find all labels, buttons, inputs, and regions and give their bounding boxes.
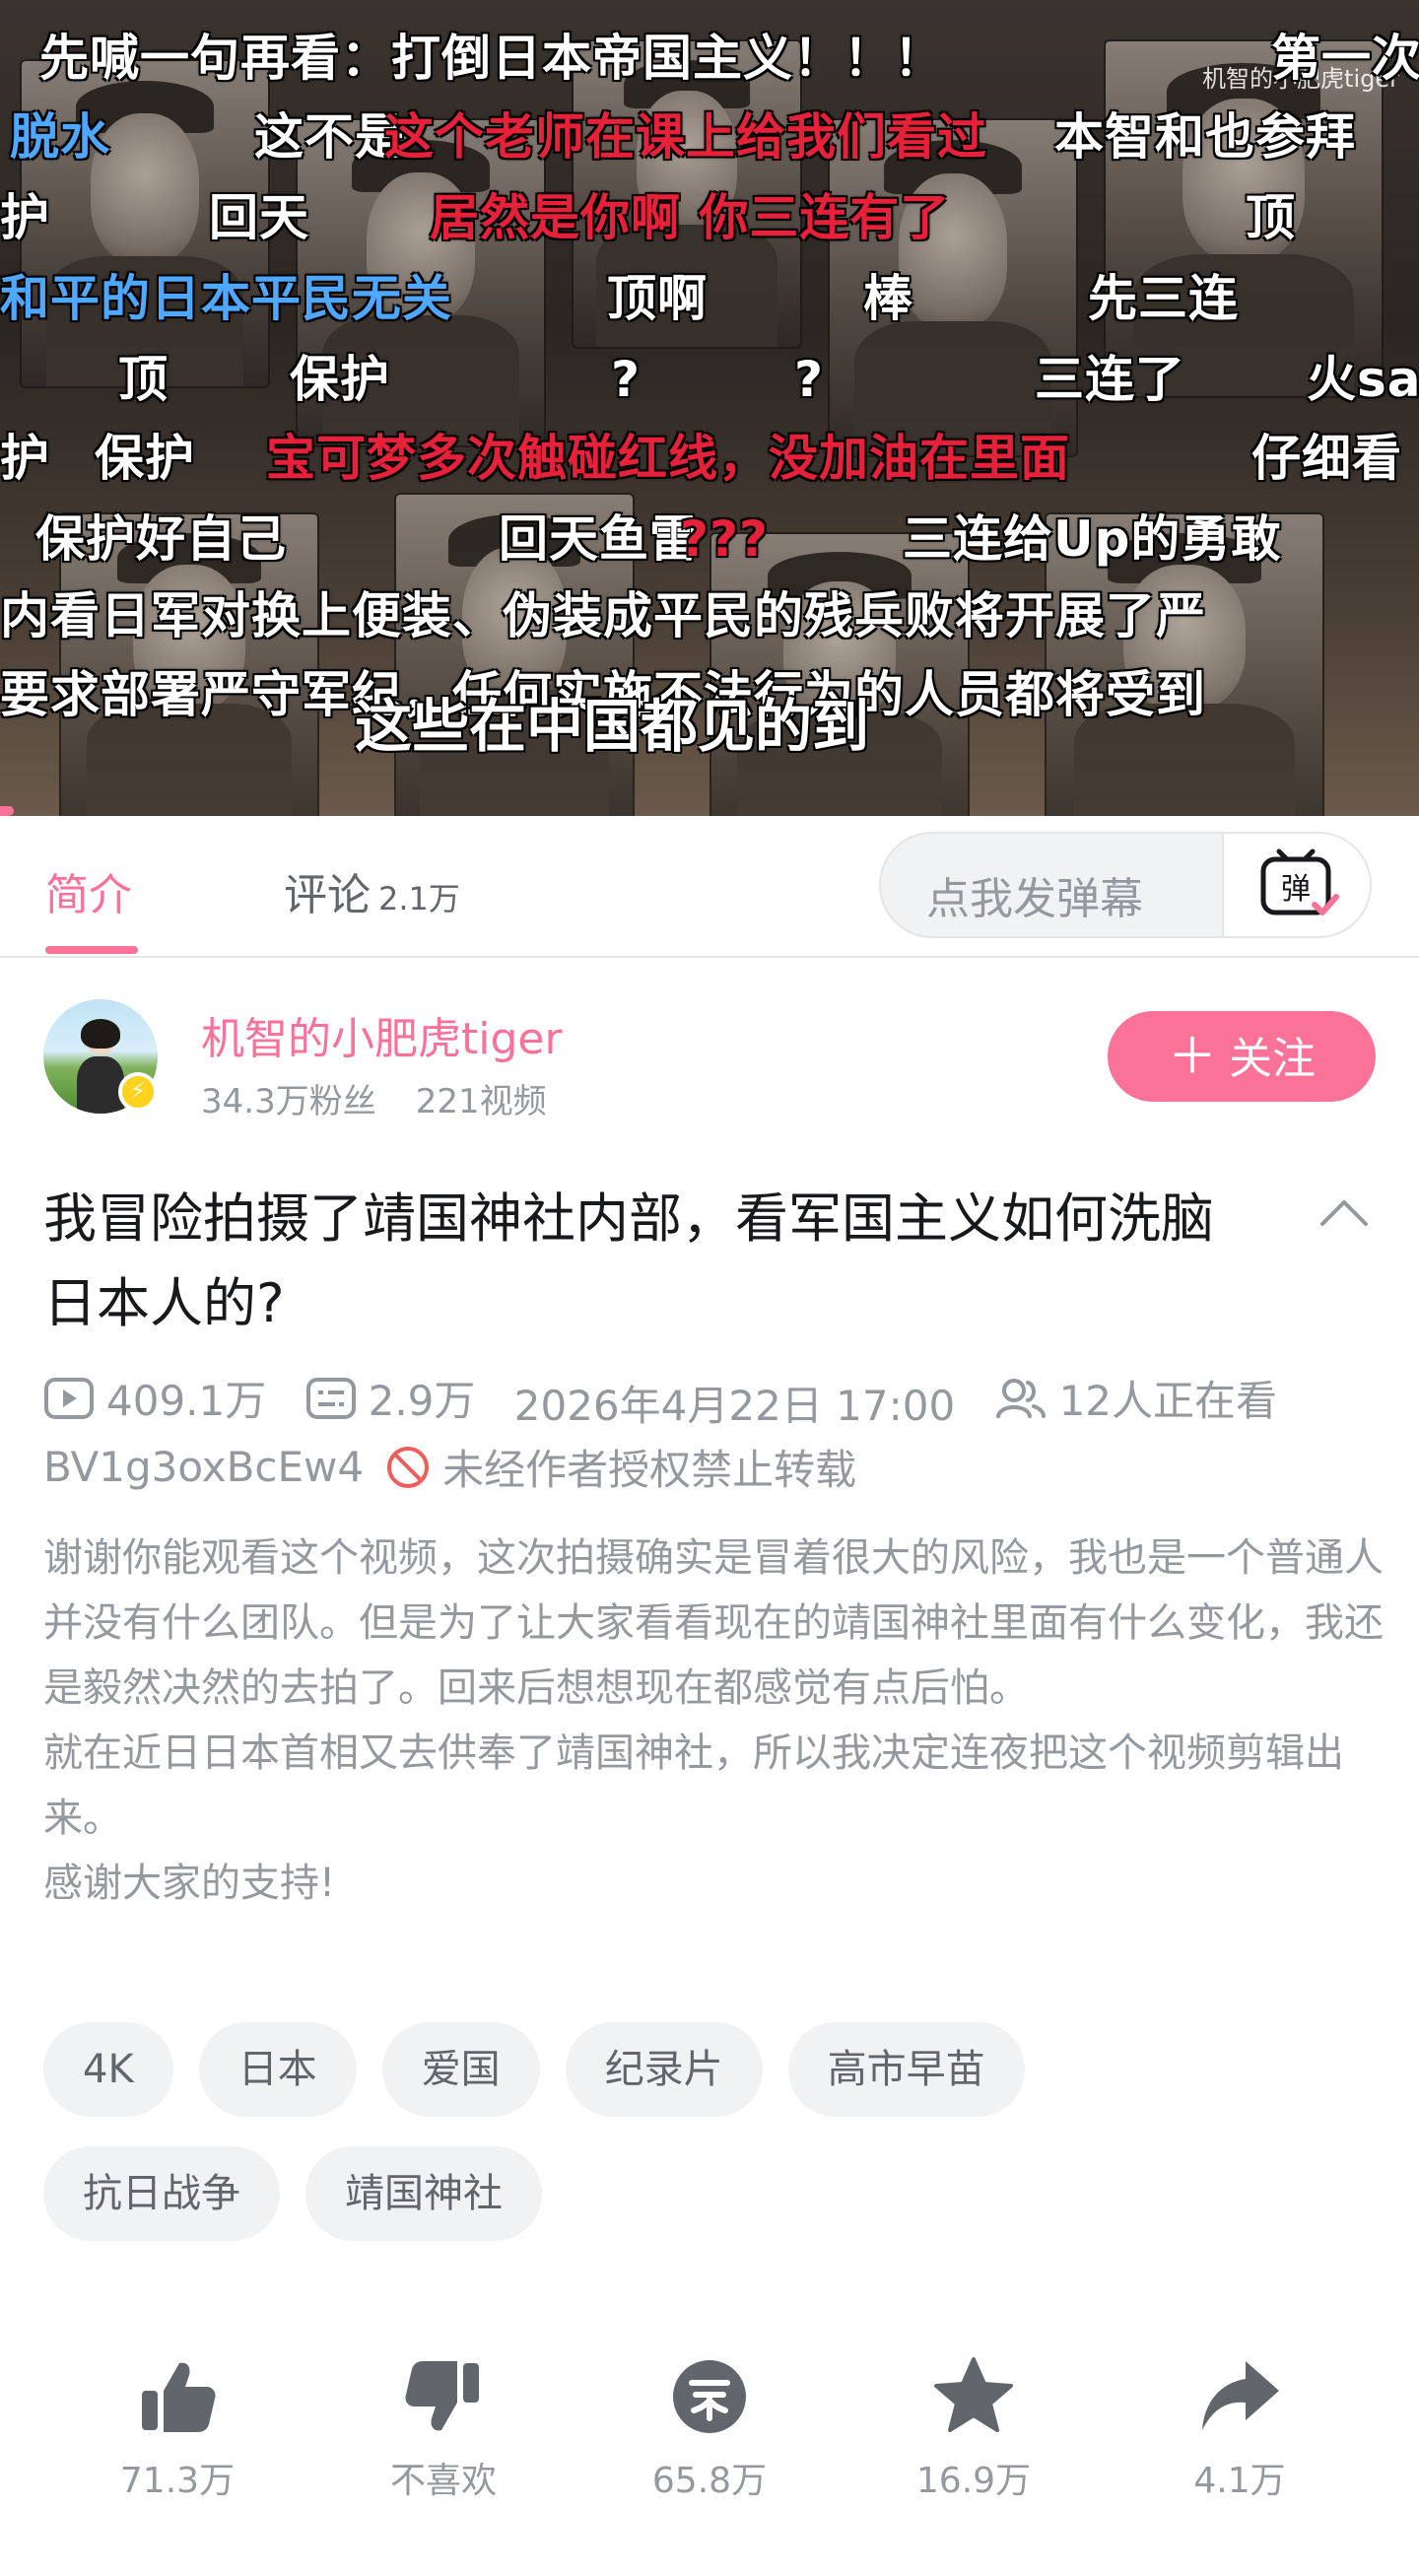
verified-badge-icon: ⚡ [118,1072,158,1112]
video-title: 我冒险拍摄了靖国神社内部，看军国主义如何洗脑日本人的? [43,1187,1214,1334]
share-button[interactable]: 4.1万 [1141,2355,1338,2503]
tab-bar: 简介 评论 2.1万 点我发弹幕 弹 [0,816,1419,958]
reprint-notice-text: 未经作者授权禁止转载 [442,1446,857,1494]
dislike-label: 不喜欢 [389,2461,497,2501]
tab-comments[interactable]: 评论 2.1万 [284,859,460,922]
danmaku-comment: 火sa [1307,351,1419,408]
danmaku-comment: 保护 [95,430,195,487]
plus-icon: ＋ [1168,1028,1217,1085]
danmaku-input[interactable]: 点我发弹幕 弹 [879,832,1372,938]
danmaku-stat: 2.9万 [305,1368,476,1428]
danmaku-comment: ? [611,351,642,408]
chevron-up-icon[interactable] [1317,1192,1372,1232]
danmaku-input-placeholder: 点我发弹幕 [926,874,1143,924]
tab-comments-label: 评论 [284,870,371,920]
danmaku-comment: 这不是 [254,108,405,166]
danmaku-comment: 内看日军对换上便装、伪装成平民的残兵败将开展了严 [0,587,1206,644]
danmaku-count-icon [305,1377,356,1419]
danmaku-comment: 顶 [118,351,169,408]
watching-count: 12人正在看 [1058,1377,1278,1425]
danmaku-comment: 宝可梦多次触碰红线，没加油在里面 [266,430,1070,487]
uploader-fans: 34.3万粉丝 [201,1082,376,1121]
coin-icon [673,2360,746,2433]
tag-item[interactable]: 靖国神社 [305,2146,542,2241]
danmaku-comment: 三连给Up的勇敢 [903,510,1282,568]
reprint-notice: 未经作者授权禁止转载 [385,1437,856,1497]
publish-date: 2026年4月22日 17:00 [513,1381,956,1430]
tag-list: 4K 日本 爱国 纪录片 高市早苗抗日战争 靖国神社 [43,2022,1384,2271]
video-player[interactable]: 机智的小肥虎tiger 先喊一句再看：打倒日本帝国主义！！！ 第一次 脱水 这不… [0,0,1419,816]
thumbs-down-icon [405,2361,479,2431]
tab-intro-label: 简介 [45,870,132,920]
star-icon [934,2357,1013,2432]
description-paragraph: 谢谢你能观看这个视频，这次拍摄确实是冒着很大的风险，我也是一个普通人并没有什么团… [43,1535,1384,1711]
danmaku-count: 2.9万 [368,1377,476,1425]
danmaku-comment: 顶啊 [607,270,708,327]
tag-item[interactable]: 爱国 [381,2022,540,2117]
favorite-button[interactable]: 16.9万 [875,2355,1072,2503]
description-paragraph: 就在近日日本首相又去供奉了靖国神社，所以我决定连夜把这个视频剪辑出来。 [43,1730,1344,1841]
people-icon [995,1378,1046,1418]
views-count: 409.1万 [106,1377,267,1425]
danmaku-icon: 弹 [1260,848,1339,915]
danmaku-comment: 保护好自己 [35,510,287,568]
like-count: 71.3万 [119,2461,236,2501]
tag-item[interactable]: 4K [43,2022,173,2117]
video-subtitle: 这些在中国都见的到 [355,693,870,760]
danmaku-toggle-button[interactable]: 弹 [1222,834,1370,936]
danmaku-comment: 第一次 [1271,30,1419,87]
tag-item[interactable]: 日本 [198,2022,357,2117]
coin-count: 65.8万 [651,2461,768,2501]
thumbs-up-icon [142,2362,216,2432]
follow-button[interactable]: ＋关注 [1108,1011,1376,1102]
danmaku-comment: 回天鱼雷 [499,510,700,568]
uploader-stats: 34.3万粉丝 221视频 [201,1074,547,1122]
dislike-button[interactable]: 不喜欢 [345,2355,542,2503]
video-description: 谢谢你能观看这个视频，这次拍摄确实是冒着很大的风险，我也是一个普通人并没有什么团… [43,1525,1384,1916]
uploader-name[interactable]: 机智的小肥虎tiger [201,1003,563,1066]
play-count-icon [44,1377,94,1419]
danmaku-comment: 和平的日本平民无关 [0,270,452,327]
favorite-count: 16.9万 [915,2461,1032,2501]
danmaku-comment: 回天 [209,189,309,246]
action-bar: 71.3万 不喜欢 65.8万 16.9万 4.1万 [0,2355,1419,2513]
svg-text:弹: 弹 [1281,872,1311,907]
danmaku-comment: 护 [0,430,50,487]
video-meta-row: 409.1万 2.9万 2026年4月22日 17:00 12人正在看 [43,1368,1303,1433]
share-arrow-icon [1202,2361,1279,2430]
share-count: 4.1万 [1193,2461,1286,2501]
danmaku-comment: 保护 [290,351,390,408]
watching-stat: 12人正在看 [994,1368,1277,1428]
like-button[interactable]: 71.3万 [79,2355,276,2503]
danmaku-comment: 护 [0,189,50,246]
video-progress-indicator[interactable] [0,806,14,816]
tag-item[interactable]: 抗日战争 [43,2146,280,2241]
tab-active-indicator [45,946,138,954]
danmaku-comment: 先喊一句再看：打倒日本帝国主义！！！ [39,30,944,87]
danmaku-comment: 这个老师在课上给我们看过 [384,108,987,166]
danmaku-comment: ??? [680,510,770,568]
video-id-row: BV1g3oxBcEw4 未经作者授权禁止转载 [43,1437,856,1497]
danmaku-comment: 居然是你啊 你三连有了 [430,189,951,246]
danmaku-comment: 三连了 [1035,351,1185,408]
follow-button-label: 关注 [1229,1034,1316,1084]
description-paragraph: 感谢大家的支持! [43,1861,336,1906]
tab-intro[interactable]: 简介 [45,859,132,922]
uploader-videos: 221视频 [415,1082,547,1121]
coin-button[interactable]: 65.8万 [611,2355,808,2503]
tag-item[interactable]: 纪录片 [565,2022,763,2117]
danmaku-comment: 先三连 [1088,270,1239,327]
danmaku-comment: 顶 [1246,189,1296,246]
forbidden-icon [387,1446,430,1488]
danmaku-comment: 仔细看 [1251,430,1402,487]
views-stat: 409.1万 [43,1368,266,1428]
tag-item[interactable]: 高市早苗 [787,2022,1025,2117]
tab-comments-count: 2.1万 [378,880,460,917]
danmaku-comment: ? [794,351,825,408]
bvid[interactable]: BV1g3oxBcEw4 [43,1443,364,1491]
danmaku-comment: 本智和也参拜 [1054,108,1356,166]
danmaku-comment: 脱水 [10,108,110,166]
danmaku-comment: 棒 [863,270,913,327]
